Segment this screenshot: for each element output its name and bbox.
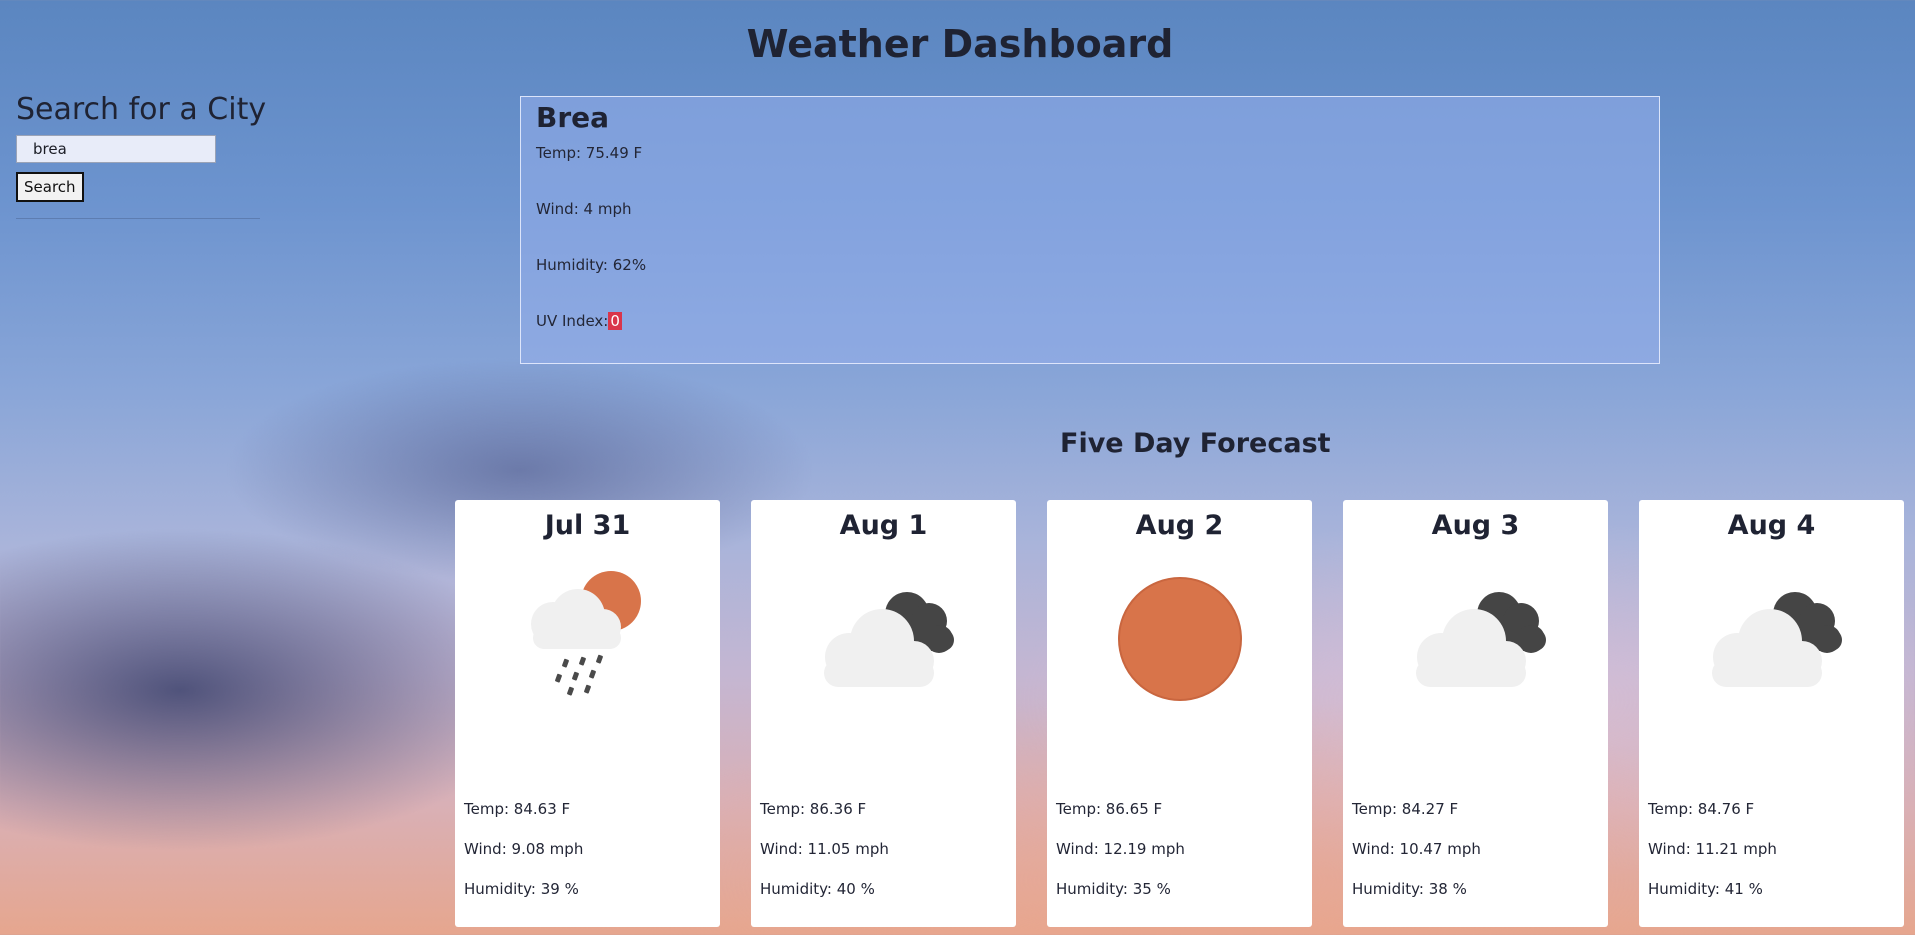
page-title: Weather Dashboard (746, 22, 1174, 66)
forecast-card: Jul 31 Temp: 84.63 F Wind: 9.08 mph Humi… (455, 500, 720, 927)
forecast-temp: Temp: 84.76 F (1648, 800, 1755, 818)
forecast-humidity: Humidity: 40 % (760, 880, 875, 898)
current-wind: Wind: 4 mph (536, 200, 632, 218)
forecast-humidity: Humidity: 35 % (1056, 880, 1171, 898)
uv-index-badge: 0 (608, 312, 622, 330)
current-city-name: Brea (536, 101, 610, 134)
forecast-card: Aug 1 Temp: 86.36 F Wind: 11.05 mph Humi… (751, 500, 1016, 927)
forecast-heading: Five Day Forecast (1060, 428, 1331, 459)
search-history-divider (16, 218, 260, 219)
city-search-input[interactable] (16, 135, 216, 163)
forecast-temp: Temp: 84.63 F (464, 800, 571, 818)
forecast-stats: Temp: 86.36 F Wind: 11.05 mph Humidity: … (760, 800, 889, 920)
forecast-card: Aug 3 Temp: 84.27 F Wind: 10.47 mph Humi… (1343, 500, 1608, 927)
forecast-stats: Temp: 84.63 F Wind: 9.08 mph Humidity: 3… (464, 800, 583, 920)
current-uv-index: UV Index: 0 (536, 312, 1644, 368)
forecast-temp: Temp: 84.27 F (1352, 800, 1459, 818)
forecast-stats: Temp: 86.65 F Wind: 12.19 mph Humidity: … (1056, 800, 1185, 920)
search-button[interactable]: Search (16, 172, 84, 202)
forecast-temp: Temp: 86.36 F (760, 800, 867, 818)
forecast-wind: Wind: 9.08 mph (464, 840, 584, 858)
broken-clouds-icon (1711, 592, 1842, 687)
forecast-humidity: Humidity: 41 % (1648, 880, 1763, 898)
rain-cloud-sun-icon (530, 571, 641, 696)
search-heading: Search for a City (16, 92, 267, 127)
uv-index-label: UV Index: (536, 312, 609, 330)
forecast-date: Aug 2 (1135, 510, 1224, 541)
broken-clouds-icon (823, 592, 954, 687)
forecast-humidity: Humidity: 39 % (464, 880, 579, 898)
forecast-temp: Temp: 86.65 F (1056, 800, 1163, 818)
forecast-date: Jul 31 (544, 510, 631, 541)
broken-clouds-icon (1415, 592, 1546, 687)
forecast-date: Aug 4 (1727, 510, 1816, 541)
clear-sun-icon (1117, 577, 1242, 701)
forecast-date: Aug 3 (1431, 510, 1520, 541)
forecast-card: Aug 4 Temp: 84.76 F Wind: 11.21 mph Humi… (1639, 500, 1904, 927)
current-humidity: Humidity: 62% (536, 256, 647, 274)
search-panel: Search for a City Search (16, 92, 267, 219)
forecast-wind: Wind: 11.21 mph (1648, 840, 1777, 858)
forecast-date: Aug 1 (839, 510, 928, 541)
forecast-humidity: Humidity: 38 % (1352, 880, 1467, 898)
forecast-stats: Temp: 84.27 F Wind: 10.47 mph Humidity: … (1352, 800, 1481, 920)
forecast-wind: Wind: 10.47 mph (1352, 840, 1481, 858)
forecast-stats: Temp: 84.76 F Wind: 11.21 mph Humidity: … (1648, 800, 1777, 920)
forecast-card: Aug 2 Temp: 86.65 F Wind: 12.19 mph Humi… (1047, 500, 1312, 927)
forecast-wind: Wind: 12.19 mph (1056, 840, 1185, 858)
current-temp: Temp: 75.49 F (536, 144, 643, 162)
current-weather-panel: Brea Temp: 75.49 F Wind: 4 mph Humidity:… (520, 96, 1660, 364)
forecast-wind: Wind: 11.05 mph (760, 840, 889, 858)
